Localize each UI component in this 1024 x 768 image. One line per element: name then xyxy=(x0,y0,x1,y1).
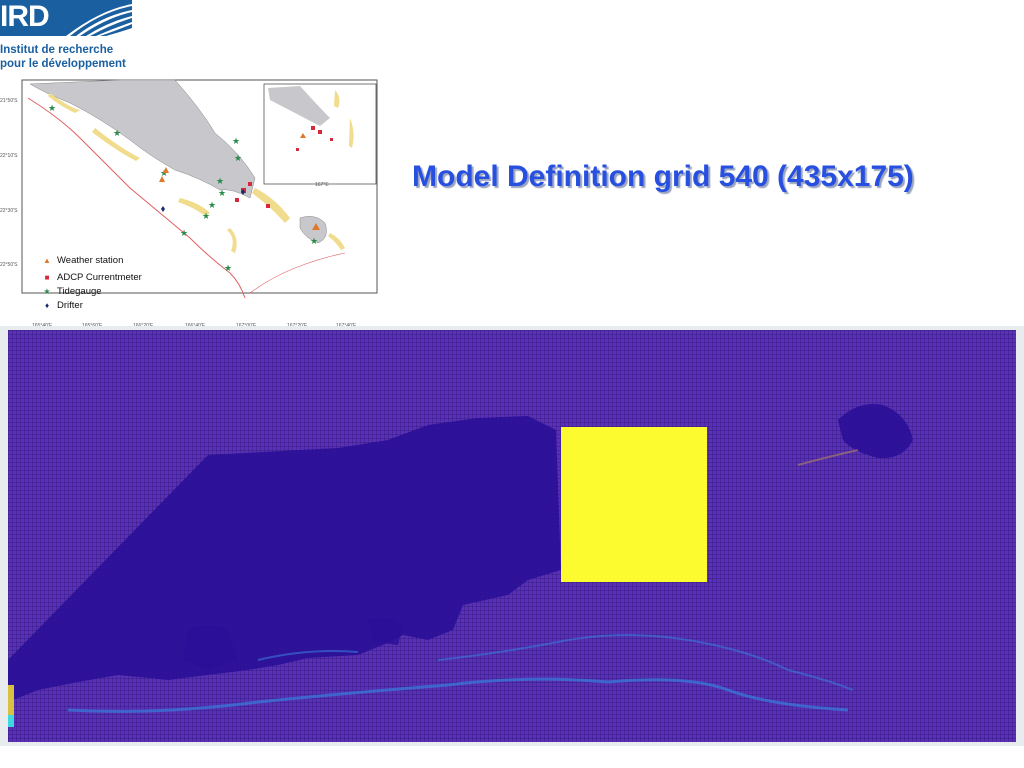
lat-label: 22°50'S xyxy=(0,262,18,268)
legend-drifter: ♦ Drifter xyxy=(40,300,83,312)
svg-text:★: ★ xyxy=(310,236,318,246)
diamond-icon: ♦ xyxy=(44,301,50,310)
legend-label: Weather station xyxy=(57,255,124,266)
svg-text:★: ★ xyxy=(113,128,121,138)
svg-text:★: ★ xyxy=(234,153,242,163)
svg-text:★: ★ xyxy=(216,176,224,186)
star-icon: ★ xyxy=(43,287,51,296)
square-icon: ■ xyxy=(44,273,50,282)
model-grid-image xyxy=(8,330,1016,742)
selected-subdomain-box xyxy=(561,427,707,582)
model-grid-panel xyxy=(0,326,1024,746)
lat-label: 22°10'S xyxy=(0,153,18,159)
svg-text:★: ★ xyxy=(218,188,226,198)
svg-text:★: ★ xyxy=(224,263,232,273)
ird-logo: IRD Institut de recherche pour le dévelo… xyxy=(0,0,140,72)
legend-label: ADCP Currentmeter xyxy=(57,272,142,283)
inset-lon-label: 167°E xyxy=(315,182,329,188)
station-location-map: ★★★ ★★★ ★★★ ★★★ 21°50'S 22°10'S xyxy=(0,78,380,329)
svg-text:★: ★ xyxy=(208,200,216,210)
logo-tagline-line1: Institut de recherche xyxy=(0,44,114,56)
slide-title: Model Definition grid 540 (435x175) xyxy=(412,160,914,193)
legend-tidegauge: ★ Tidegauge xyxy=(40,286,102,298)
legend-label: Drifter xyxy=(57,300,83,311)
svg-text:★: ★ xyxy=(202,211,210,221)
legend-label: Tidegauge xyxy=(57,286,102,297)
lat-label: 22°30'S xyxy=(0,208,18,214)
logo-tagline-line2: pour le développement xyxy=(0,58,126,70)
logo-wordmark: IRD xyxy=(0,0,50,33)
svg-text:★: ★ xyxy=(180,228,188,238)
legend-weather-station: ▲ Weather station xyxy=(40,255,123,267)
legend-adcp-currentmeter: ■ ADCP Currentmeter xyxy=(40,272,142,284)
triangle-icon: ▲ xyxy=(43,256,51,265)
svg-text:★: ★ xyxy=(48,103,56,113)
svg-text:★: ★ xyxy=(232,136,240,146)
lat-label: 21°50'S xyxy=(0,98,18,104)
